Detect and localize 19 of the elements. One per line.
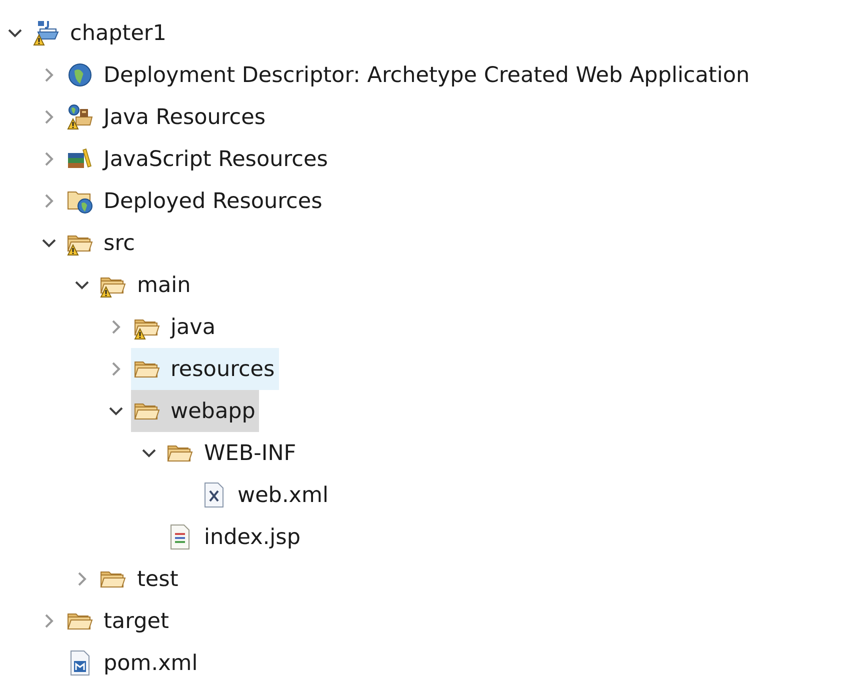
- tree-item[interactable]: index.jsp: [164, 516, 304, 558]
- tree-item[interactable]: chapter1: [30, 12, 170, 54]
- globe-jar-warning-icon: [66, 103, 94, 131]
- tree-item[interactable]: Deployed Resources: [64, 180, 326, 222]
- tree-item[interactable]: main: [97, 264, 195, 306]
- tree-item[interactable]: JavaScript Resources: [64, 138, 332, 180]
- tree-item[interactable]: resources: [130, 348, 279, 390]
- tree-item[interactable]: WEB-INF: [164, 432, 300, 474]
- project-warning-icon: [32, 19, 60, 47]
- globe-icon: [66, 61, 94, 89]
- tree-item[interactable]: Deployment Descriptor: Archetype Created Web Application: [64, 54, 754, 96]
- tree-item[interactable]: web.xml: [198, 474, 332, 516]
- tree-item[interactable]: Java Resources: [64, 96, 270, 138]
- tree-item[interactable]: java: [130, 306, 220, 348]
- tree-item[interactable]: src: [64, 222, 139, 264]
- tree-item[interactable]: test: [97, 558, 182, 600]
- tree-item[interactable]: webapp: [130, 390, 260, 432]
- tree-item[interactable]: pom.xml: [64, 642, 202, 684]
- tree-item[interactable]: target: [64, 600, 173, 642]
